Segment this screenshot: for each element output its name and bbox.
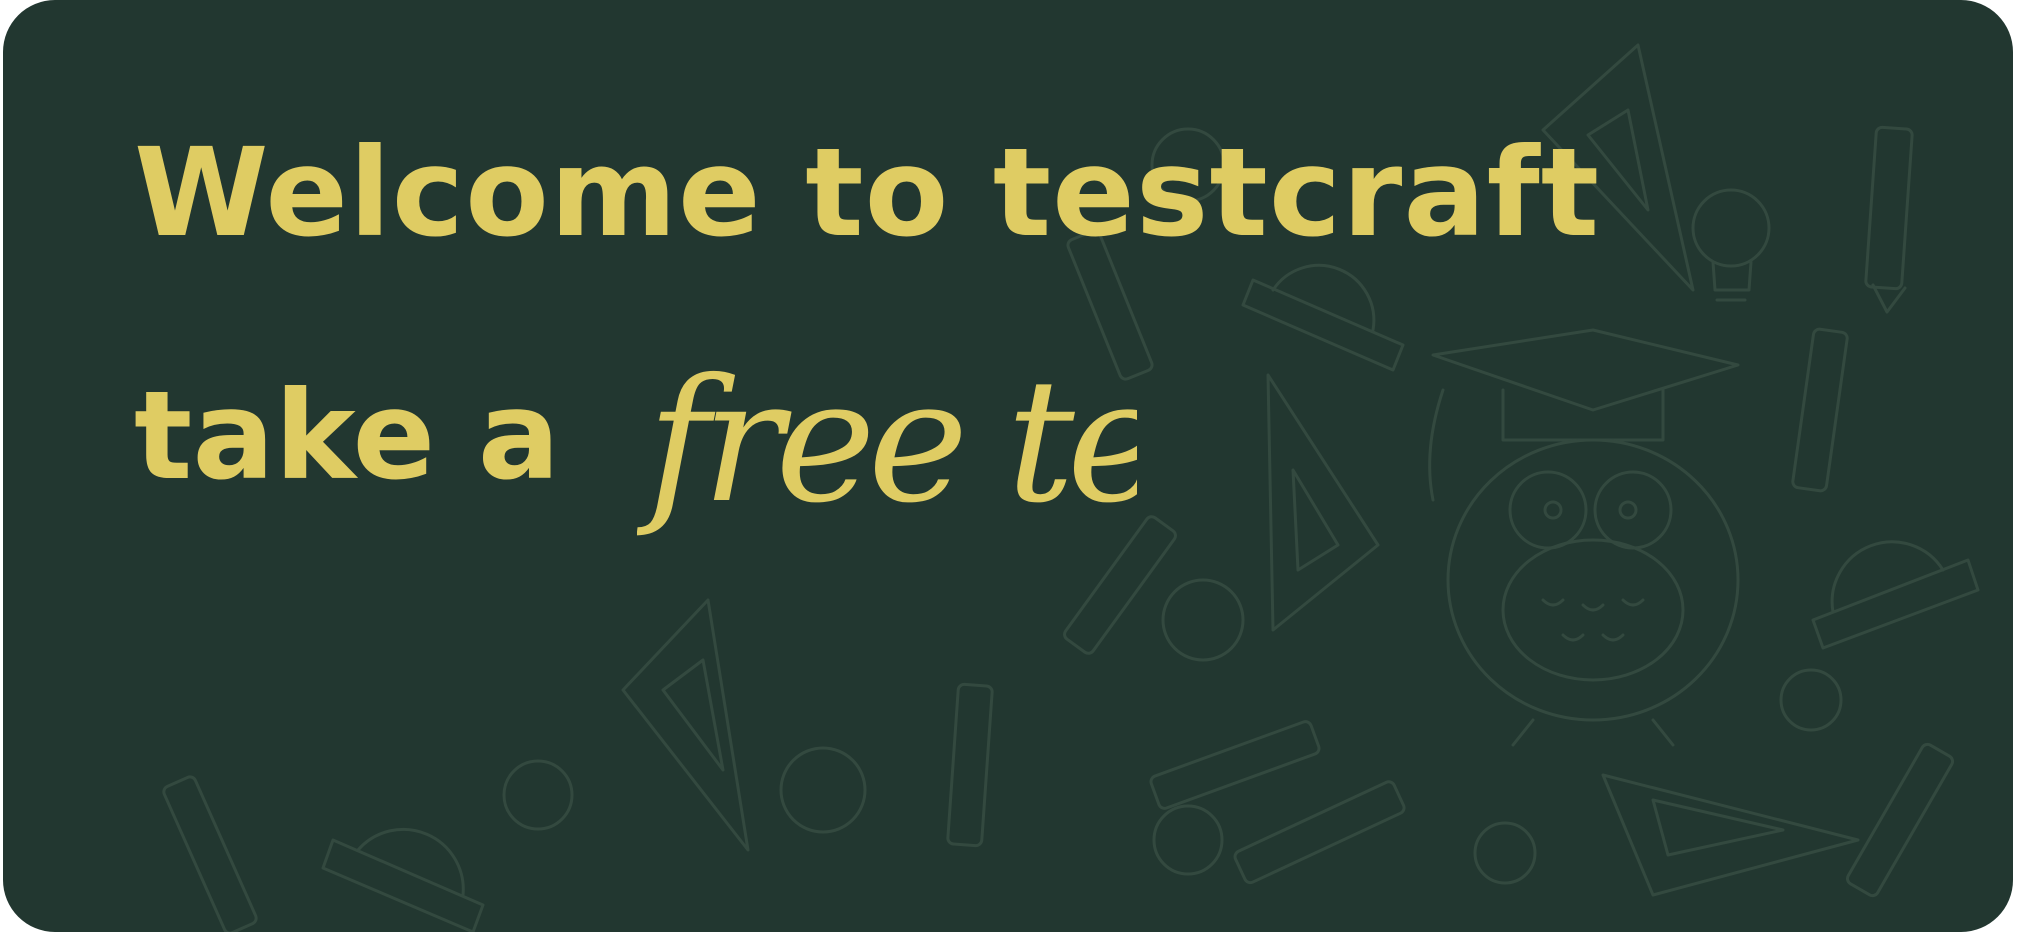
pencil-icon xyxy=(1864,125,1914,314)
welcome-banner[interactable]: Welcome to testcraft take a free test xyxy=(3,0,2013,932)
take-a-text: take a xyxy=(134,365,561,507)
pencil-icon xyxy=(162,229,1955,932)
owl-graduate-icon xyxy=(1428,328,1740,747)
protractor-icon xyxy=(321,263,1980,932)
free-test-script-text: free test xyxy=(637,350,1137,541)
welcome-headline: Welcome to testcraft xyxy=(134,122,1601,264)
set-square-icon xyxy=(1266,373,1380,632)
lightbulb-icon xyxy=(1691,188,1771,302)
free-test-label: free test xyxy=(637,350,1137,541)
